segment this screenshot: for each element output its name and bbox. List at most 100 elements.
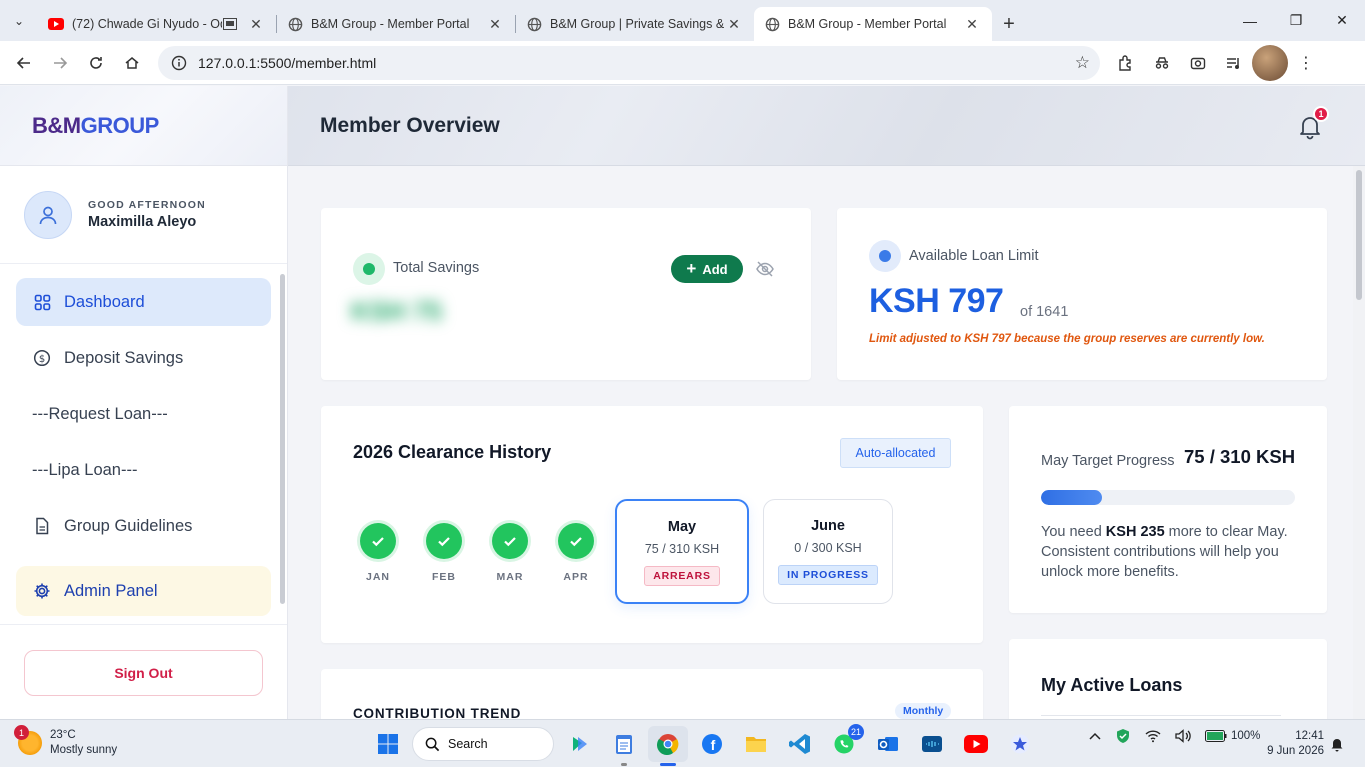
battery-percent: 100% bbox=[1231, 730, 1261, 742]
scrollbar-thumb[interactable] bbox=[1356, 170, 1362, 300]
auto-allocated-badge: Auto-allocated bbox=[840, 438, 951, 468]
chevron-up-icon[interactable] bbox=[1089, 732, 1101, 740]
browser-tab-3[interactable]: B&M Group | Private Savings & ✕ bbox=[516, 7, 754, 41]
loan-limit-label: Available Loan Limit bbox=[909, 248, 1039, 264]
copilot-icon[interactable] bbox=[560, 726, 600, 762]
target-amount-needed: KSH 235 bbox=[1105, 524, 1165, 540]
browser-tab-2[interactable]: B&M Group - Member Portal ✕ bbox=[277, 7, 515, 41]
volume-icon[interactable] bbox=[1175, 729, 1191, 743]
month-card-may[interactable]: May 75 / 310 KSH ARREARS bbox=[615, 499, 749, 604]
picture-in-picture-icon[interactable] bbox=[222, 16, 238, 32]
wifi-icon[interactable] bbox=[1145, 729, 1161, 743]
taskbar-search-button[interactable]: Search bbox=[412, 727, 554, 761]
clearance-history-card: 2026 Clearance History Auto-allocated JA… bbox=[321, 406, 983, 643]
brand-part-2: GROUP bbox=[80, 112, 160, 138]
tab-title: (72) Chwade Gi Nyudo - Od bbox=[72, 17, 222, 31]
tab-close-icon[interactable]: ✕ bbox=[724, 16, 744, 33]
sign-out-button[interactable]: Sign Out bbox=[24, 650, 263, 696]
check-icon bbox=[492, 523, 528, 559]
reload-icon[interactable] bbox=[78, 45, 114, 81]
tab-search-chevron-icon[interactable]: ⌄ bbox=[0, 0, 38, 41]
monthly-toggle[interactable]: Monthly bbox=[895, 703, 952, 719]
youtube-app-icon[interactable] bbox=[956, 726, 996, 762]
target-value: 75 / 310 KSH bbox=[1184, 446, 1296, 467]
sidebar-item-deposit-savings[interactable]: $ Deposit Savings bbox=[16, 334, 271, 382]
site-info-icon[interactable] bbox=[168, 52, 190, 74]
address-bar[interactable]: 127.0.0.1:5500/member.html ☆ bbox=[158, 45, 1100, 80]
cisco-icon[interactable] bbox=[912, 726, 952, 762]
sidebar-item-dashboard[interactable]: Dashboard bbox=[16, 278, 271, 326]
month-name: June bbox=[811, 518, 845, 534]
tab-close-icon[interactable]: ✕ bbox=[246, 16, 266, 33]
file-explorer-icon[interactable] bbox=[736, 726, 776, 762]
outlook-icon[interactable] bbox=[868, 726, 908, 762]
tab-close-icon[interactable]: ✕ bbox=[962, 16, 982, 33]
check-icon bbox=[558, 523, 594, 559]
window-close-icon[interactable]: ✕ bbox=[1319, 0, 1365, 41]
eye-off-icon[interactable] bbox=[755, 259, 775, 279]
add-savings-button[interactable]: + Add bbox=[671, 255, 743, 283]
notification-badge: 1 bbox=[1313, 106, 1329, 122]
extensions-puzzle-icon[interactable] bbox=[1108, 45, 1144, 81]
sidebar-item-admin-panel[interactable]: Admin Panel bbox=[16, 566, 271, 616]
check-icon bbox=[360, 523, 396, 559]
taskbar-clock[interactable]: 12:41 9 Jun 2026 bbox=[1262, 729, 1324, 759]
screenshot-icon[interactable] bbox=[1180, 45, 1216, 81]
brand-logo[interactable]: B&MGROUP bbox=[0, 86, 287, 166]
kebab-menu-icon[interactable]: ⋮ bbox=[1288, 45, 1324, 81]
profile-avatar-icon[interactable] bbox=[1252, 44, 1288, 81]
weather-condition: Mostly sunny bbox=[50, 744, 118, 756]
main-scrollbar[interactable] bbox=[1353, 166, 1365, 719]
media-controls-icon[interactable] bbox=[1216, 45, 1252, 81]
loan-limit-note: Limit adjusted to KSH 797 because the gr… bbox=[869, 333, 1265, 345]
forward-arrow-icon[interactable] bbox=[42, 45, 78, 81]
clock-date: 9 Jun 2026 bbox=[1267, 745, 1324, 757]
sidebar-item-group-guidelines[interactable]: Group Guidelines bbox=[16, 502, 271, 550]
gear-icon bbox=[32, 581, 52, 601]
month-cleared-feb[interactable]: FEB bbox=[424, 523, 464, 583]
battery-icon[interactable]: 100% bbox=[1205, 730, 1260, 742]
facebook-icon[interactable]: f bbox=[692, 726, 732, 762]
chrome-icon[interactable] bbox=[648, 726, 688, 766]
tab-close-icon[interactable]: ✕ bbox=[485, 16, 505, 33]
sidebar-scrollbar[interactable] bbox=[280, 274, 285, 604]
add-button-label: Add bbox=[702, 261, 728, 277]
weather-widget[interactable]: 1 23°C Mostly sunny bbox=[14, 725, 118, 758]
notification-bell-button[interactable]: 1 bbox=[1297, 106, 1329, 140]
savings-status-dot bbox=[353, 253, 385, 285]
back-arrow-icon[interactable] bbox=[6, 45, 42, 81]
app-star-icon[interactable] bbox=[1000, 726, 1040, 762]
grid-icon bbox=[32, 292, 52, 312]
new-tab-plus-icon[interactable]: + bbox=[992, 7, 1026, 41]
sidebar-item-request-loan[interactable]: ---Request Loan--- bbox=[16, 390, 271, 438]
month-cleared-apr[interactable]: APR bbox=[556, 523, 596, 583]
month-label: APR bbox=[563, 571, 589, 583]
home-icon[interactable] bbox=[114, 45, 150, 81]
month-card-june[interactable]: June 0 / 300 KSH IN PROGRESS bbox=[763, 499, 893, 604]
target-message-pre: You need bbox=[1041, 524, 1106, 540]
notification-center-icon[interactable] bbox=[1330, 736, 1344, 757]
month-label: FEB bbox=[432, 571, 456, 583]
windows-start-icon[interactable] bbox=[368, 726, 408, 762]
sidebar-item-lipa-loan[interactable]: ---Lipa Loan--- bbox=[16, 446, 271, 494]
taskbar-apps: Search f 21 bbox=[368, 724, 1044, 766]
browser-tab-1[interactable]: (72) Chwade Gi Nyudo - Od ✕ bbox=[38, 7, 276, 41]
whatsapp-icon[interactable]: 21 bbox=[824, 724, 864, 762]
bookmark-star-icon[interactable]: ☆ bbox=[1075, 53, 1090, 73]
svg-text:$: $ bbox=[39, 354, 45, 365]
minimize-icon[interactable]: — bbox=[1227, 0, 1273, 41]
month-amount: 0 / 300 KSH bbox=[794, 541, 862, 555]
savings-label: Total Savings bbox=[393, 260, 480, 276]
security-shield-icon[interactable] bbox=[1115, 728, 1131, 744]
vscode-icon[interactable] bbox=[780, 726, 820, 762]
active-loans-divider bbox=[1041, 715, 1281, 716]
month-cleared-jan[interactable]: JAN bbox=[358, 523, 398, 583]
incognito-icon[interactable] bbox=[1144, 45, 1180, 81]
maximize-icon[interactable]: ❐ bbox=[1273, 0, 1319, 41]
notepad-icon[interactable] bbox=[604, 726, 644, 766]
loan-limit-card: Available Loan Limit KSH 797 of 1641 Lim… bbox=[837, 208, 1327, 380]
browser-tab-4-active[interactable]: B&M Group - Member Portal ✕ bbox=[754, 7, 992, 41]
globe-icon bbox=[287, 16, 303, 32]
month-cleared-mar[interactable]: MAR bbox=[490, 523, 530, 583]
clearance-history-title: 2026 Clearance History bbox=[353, 442, 552, 462]
